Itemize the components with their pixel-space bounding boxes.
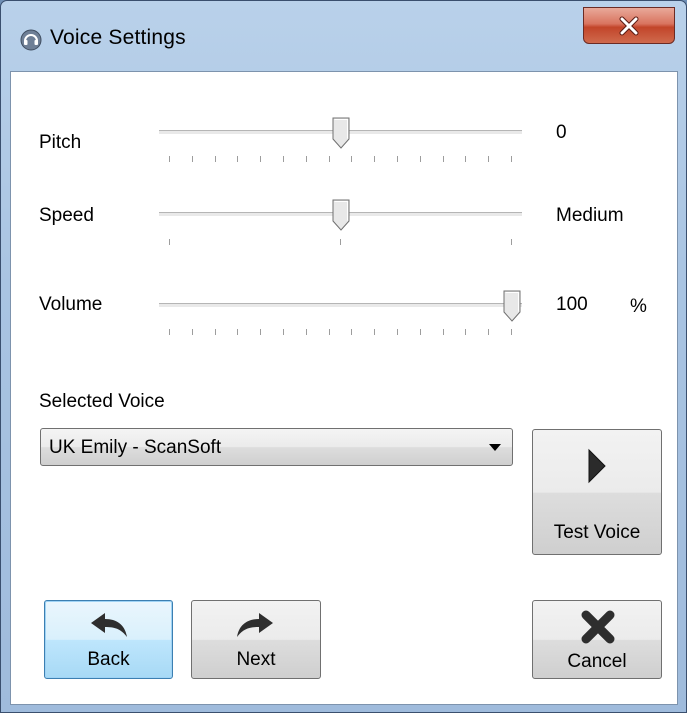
tick	[351, 329, 352, 335]
tick	[260, 156, 261, 162]
close-icon	[619, 16, 639, 36]
tick	[215, 156, 216, 162]
voice-dropdown[interactable]: UK Emily - ScanSoft	[40, 428, 513, 466]
tick	[215, 329, 216, 335]
test-voice-label: Test Voice	[553, 522, 641, 543]
settings-panel: Pitch 0 Speed Medium Volume 100 % Select…	[10, 71, 678, 705]
tick	[306, 156, 307, 162]
tick	[169, 156, 170, 162]
cancel-button[interactable]: Cancel	[532, 600, 662, 679]
tick	[511, 156, 512, 162]
speed-slider-thumb[interactable]	[332, 199, 350, 231]
volume-ticks	[169, 329, 512, 337]
tick	[374, 329, 375, 335]
tick	[306, 329, 307, 335]
tick	[329, 156, 330, 162]
next-button[interactable]: Next	[191, 600, 321, 679]
tick	[340, 239, 341, 245]
cancel-label: Cancel	[567, 651, 627, 672]
tick	[260, 329, 261, 335]
tick	[488, 329, 489, 335]
tick	[374, 156, 375, 162]
headset-icon	[20, 29, 42, 51]
test-voice-button[interactable]: Test Voice	[532, 429, 662, 555]
tick	[397, 329, 398, 335]
tick	[351, 156, 352, 162]
tick	[169, 239, 170, 245]
play-icon	[588, 448, 606, 484]
volume-label: Volume	[39, 294, 103, 315]
next-label: Next	[236, 649, 276, 670]
tick	[192, 156, 193, 162]
tick	[465, 156, 466, 162]
tick	[465, 329, 466, 335]
back-label: Back	[87, 649, 130, 670]
cancel-x-icon	[581, 610, 615, 644]
speed-label: Speed	[39, 205, 94, 226]
tick	[443, 329, 444, 335]
voice-dropdown-value: UK Emily - ScanSoft	[49, 437, 222, 458]
tick	[443, 156, 444, 162]
close-button[interactable]	[583, 7, 675, 44]
pitch-ticks	[169, 156, 512, 164]
tick	[237, 156, 238, 162]
pitch-value: 0	[556, 122, 567, 143]
tick	[420, 156, 421, 162]
back-arrow-icon	[91, 613, 127, 637]
tick	[283, 156, 284, 162]
title-bar[interactable]: Voice Settings	[1, 1, 686, 71]
back-button[interactable]: Back	[44, 600, 173, 679]
tick	[397, 156, 398, 162]
selected-voice-label: Selected Voice	[39, 391, 165, 412]
window-title: Voice Settings	[50, 26, 186, 49]
tick	[511, 329, 512, 335]
tick	[511, 239, 512, 245]
tick	[192, 329, 193, 335]
volume-slider-track[interactable]	[159, 303, 522, 308]
speed-ticks	[169, 239, 512, 247]
tick	[283, 329, 284, 335]
speed-value: Medium	[556, 205, 624, 226]
tick	[488, 156, 489, 162]
pitch-slider-thumb[interactable]	[332, 117, 350, 149]
tick	[329, 329, 330, 335]
pitch-label: Pitch	[39, 132, 82, 153]
volume-unit: %	[630, 296, 647, 317]
tick	[237, 329, 238, 335]
volume-slider-thumb[interactable]	[503, 290, 521, 322]
volume-value: 100	[556, 294, 588, 315]
next-arrow-icon	[237, 613, 273, 637]
chevron-down-icon	[489, 444, 501, 451]
tick	[420, 329, 421, 335]
tick	[169, 329, 170, 335]
voice-settings-window: Voice Settings Pitch 0 Speed Medium Volu…	[0, 0, 687, 713]
